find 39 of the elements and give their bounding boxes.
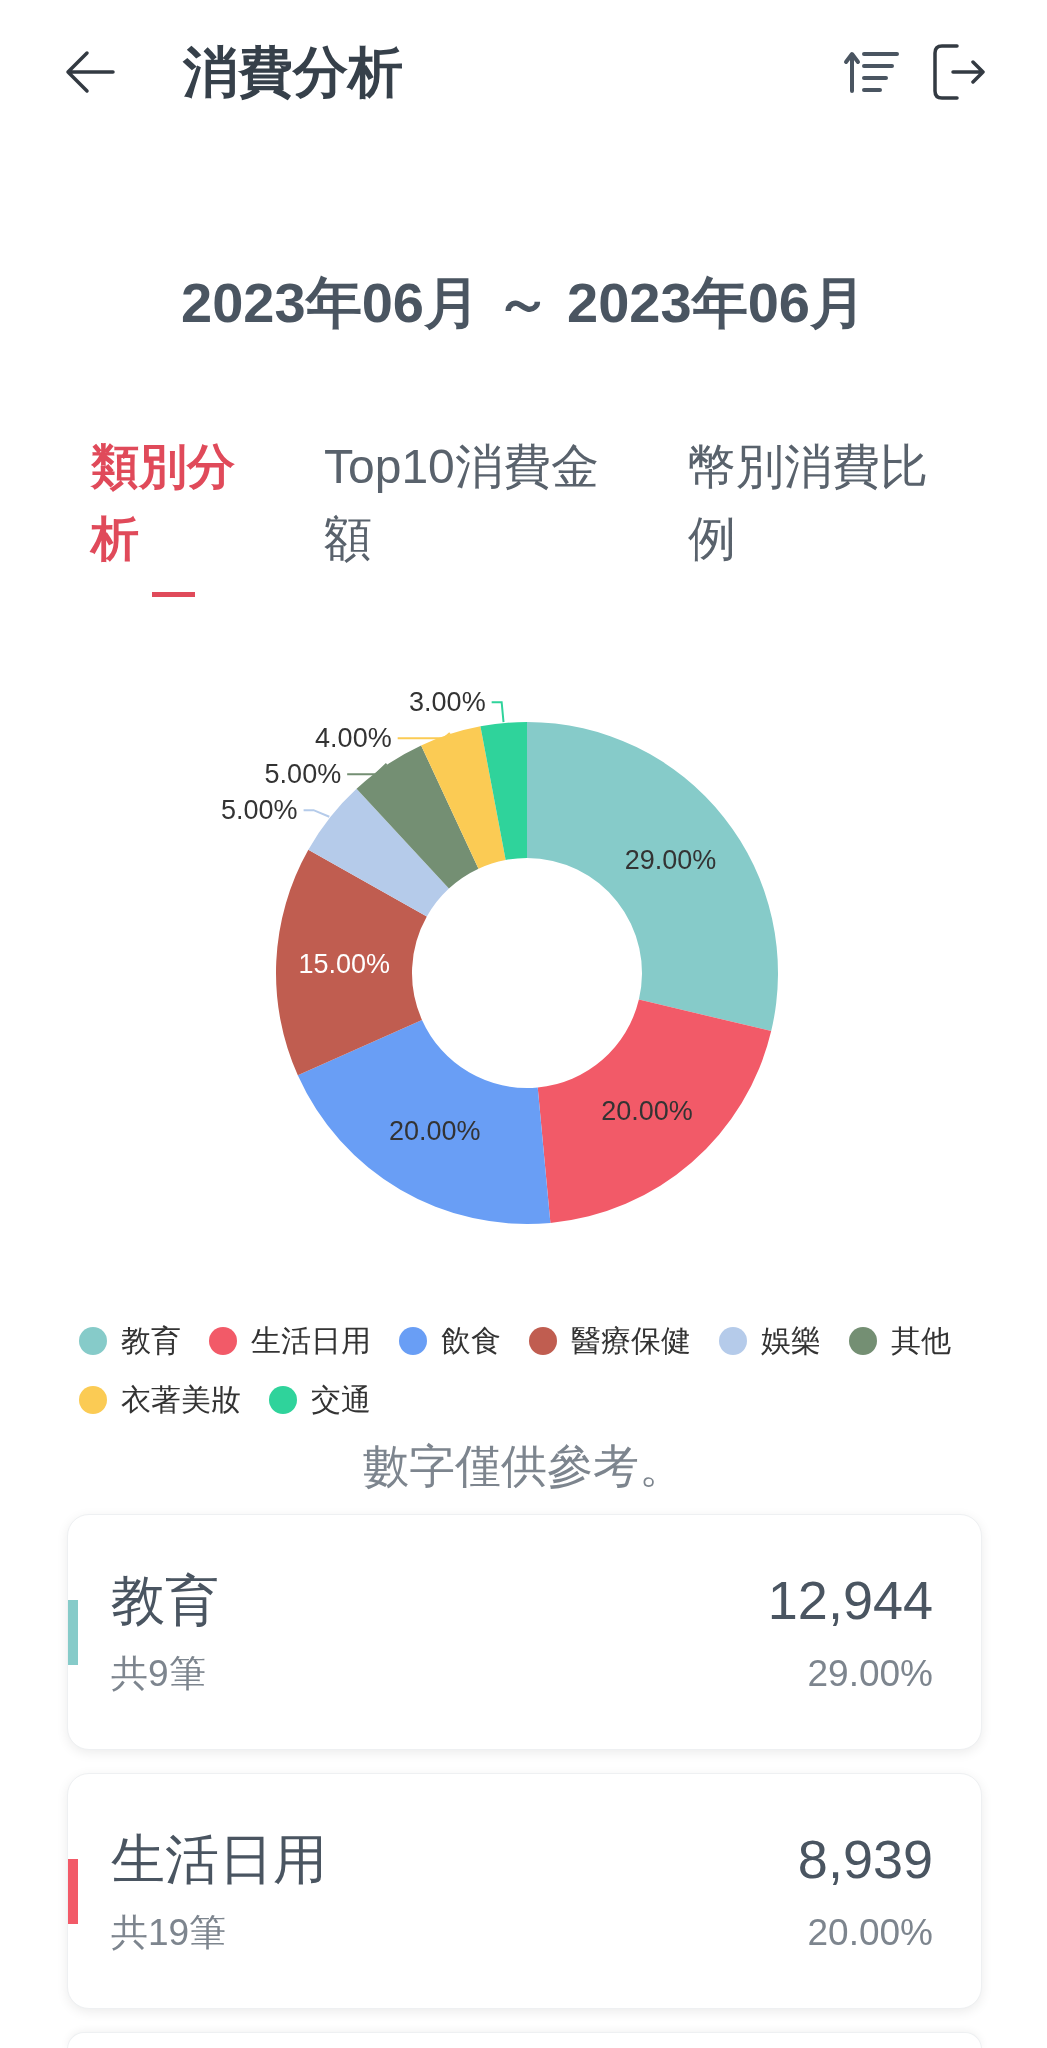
slice-label: 4.00% (315, 723, 392, 754)
slice-label: 3.00% (409, 687, 486, 718)
slice-label: 15.00% (298, 949, 390, 980)
legend-label: 飲食 (441, 1323, 501, 1359)
percentage: 20.00% (807, 1911, 933, 1955)
legend-label: 衣著美妝 (121, 1382, 241, 1418)
slice-label: 29.00% (624, 844, 717, 875)
leader-line (396, 732, 451, 740)
legend-label: 生活日用 (251, 1323, 371, 1359)
legend-label: 其他 (891, 1323, 951, 1359)
legend-label: 娛樂 (761, 1323, 821, 1359)
exit-icon[interactable] (933, 44, 985, 100)
slice-label: 20.00% (388, 1116, 481, 1146)
legend-label: 醫療保健 (571, 1323, 691, 1359)
tab[interactable]: Top10消費金額 (324, 431, 624, 597)
leader-line (490, 701, 505, 724)
category-card[interactable]: 教育 12,944 共9筆 29.00% (67, 1514, 982, 1750)
sort-icon[interactable] (843, 51, 899, 93)
left-arrow-icon[interactable] (65, 50, 115, 94)
transaction-count: 共19筆 (111, 1911, 227, 1955)
category-name: 教育 (111, 1569, 219, 1632)
tab[interactable]: 類別分析 (91, 431, 256, 597)
slice-label: 20.00% (601, 1096, 693, 1127)
tab[interactable]: 幣別消費比例 (688, 431, 948, 597)
category-card[interactable]: 生活日用 8,939 共19筆 20.00% (67, 1773, 982, 2009)
percentage: 29.00% (807, 1652, 933, 1696)
amount: 8,939 (797, 1828, 933, 1891)
note-text: 數字僅供參考。 (361, 1439, 686, 1494)
amount: 12,944 (767, 1569, 933, 1632)
legend-label: 交通 (311, 1382, 371, 1418)
page-title: 消費分析 (183, 40, 403, 105)
leader-line (302, 809, 331, 818)
date-range: 2023年06月 ～ 2023年06月 (180, 270, 867, 336)
legend-label: 教育 (121, 1323, 181, 1359)
slice-label: 5.00% (221, 795, 298, 826)
category-name: 生活日用 (111, 1828, 327, 1891)
leader-line (346, 762, 388, 776)
slice-label: 5.00% (264, 759, 342, 790)
transaction-count: 共9筆 (111, 1652, 206, 1696)
